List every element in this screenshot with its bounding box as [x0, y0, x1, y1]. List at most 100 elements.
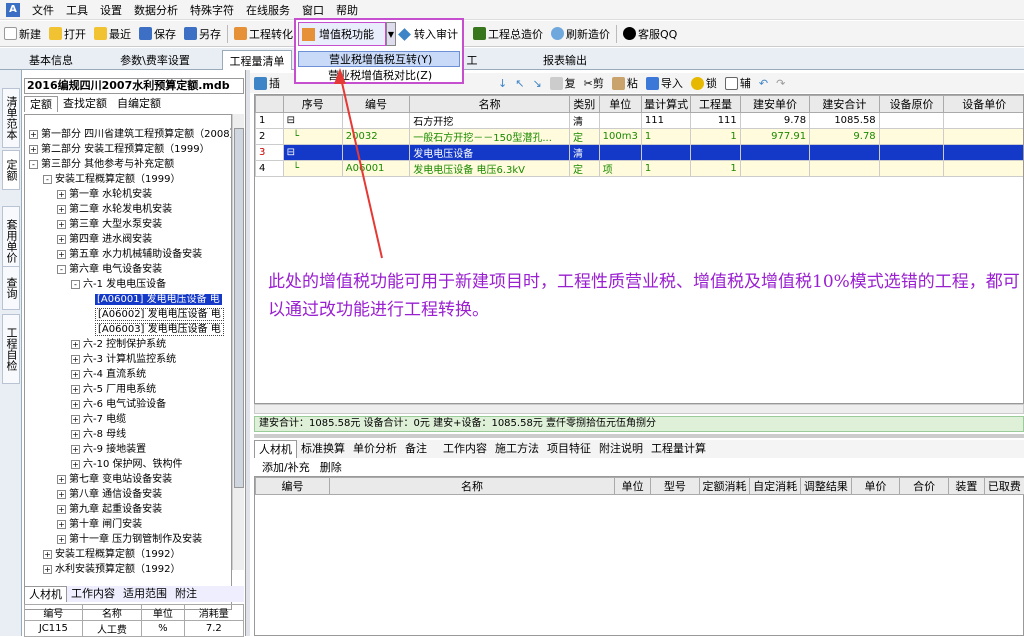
- customer-service-button[interactable]: 客服QQ: [619, 23, 681, 45]
- tab-quantity-calc[interactable]: 工程量计算: [647, 440, 710, 458]
- vat-function-button[interactable]: 增值税功能: [298, 22, 386, 46]
- tree-node[interactable]: +六-2 控制保护系统: [71, 337, 166, 352]
- tree-node[interactable]: +六-6 电气试验设备: [71, 397, 166, 412]
- cell-formula[interactable]: 111: [641, 113, 690, 129]
- indent-right-button[interactable]: ↘: [528, 72, 545, 94]
- project-total-price-button[interactable]: 工程总造价: [469, 23, 547, 45]
- cell-formula[interactable]: 1: [641, 161, 690, 177]
- tab-custom-quota[interactable]: 自编定额: [112, 96, 166, 112]
- tab-basic-info[interactable]: 基本信息: [16, 50, 86, 70]
- project-convert-button[interactable]: 工程转化: [230, 23, 297, 45]
- tab-labor-material-machine[interactable]: 人材机: [24, 586, 67, 602]
- cell-quantity[interactable]: 1: [691, 129, 740, 145]
- tree-node[interactable]: +六-9 接地装置: [71, 442, 146, 457]
- cell-code[interactable]: [342, 113, 410, 129]
- tree-node[interactable]: -安装工程概算定额（1999）: [43, 172, 180, 187]
- cell-category[interactable]: 清: [569, 113, 599, 129]
- cell-quantity[interactable]: 111: [691, 113, 740, 129]
- dropdown-arrow-icon[interactable]: ▼: [386, 22, 396, 46]
- cell-name[interactable]: 一般石方开挖－－150型潜孔...: [410, 129, 570, 145]
- menu-tools[interactable]: 工具: [60, 2, 94, 18]
- cell-total[interactable]: [810, 145, 880, 161]
- vtab-bill-template[interactable]: 清单范本: [2, 88, 20, 148]
- tree-node[interactable]: -第六章 电气设备安装: [57, 262, 162, 277]
- table-row[interactable]: 1 ⊟ 石方开挖 清 111 111 9.78 1085.58: [256, 113, 1024, 129]
- tab-parameters-rates[interactable]: 参数\费率设置: [112, 50, 198, 70]
- cell-quantity[interactable]: [691, 145, 740, 161]
- pane-splitter[interactable]: [254, 434, 1024, 438]
- undo-button[interactable]: ↶: [755, 72, 772, 94]
- tree-node[interactable]: +六-10 保护网、铁构件: [71, 457, 183, 472]
- tree-node[interactable]: +第四章 进水阀安装: [57, 232, 152, 247]
- tree-node-selected[interactable]: [A06001] 发电电压设备 电: [95, 292, 222, 307]
- cell-category[interactable]: 定: [569, 129, 599, 145]
- tab-standard-conversion[interactable]: 标准换算: [297, 440, 349, 458]
- tree-node[interactable]: +六-4 直流系统: [71, 367, 146, 382]
- cell-name[interactable]: 石方开挖: [410, 113, 570, 129]
- tree-node[interactable]: +六-5 厂用电系统: [71, 382, 156, 397]
- cell-unit[interactable]: 项: [599, 161, 641, 177]
- tab-report-output[interactable]: 报表输出: [530, 50, 600, 70]
- cell-unit-price[interactable]: [740, 161, 809, 177]
- cell-equipment-original[interactable]: [879, 129, 944, 145]
- cell-code[interactable]: [342, 145, 410, 161]
- tab-bill-of-quantities[interactable]: 工程量清单: [222, 50, 292, 70]
- tree-node[interactable]: +第二章 水轮发电机安装: [57, 202, 172, 217]
- cell-formula[interactable]: [641, 145, 690, 161]
- table-row[interactable]: 2 └ 20032 一般石方开挖－－150型潜孔... 定 100m3 1 1 …: [256, 129, 1024, 145]
- open-button[interactable]: 打开: [45, 23, 90, 45]
- tree-toggle-cell[interactable]: ⊟: [283, 145, 342, 161]
- tab-notes-description[interactable]: 附注说明: [595, 440, 647, 458]
- menu-online-service[interactable]: 在线服务: [240, 2, 296, 18]
- menu-special-chars[interactable]: 特殊字符: [184, 2, 240, 18]
- menu-data-analysis[interactable]: 数据分析: [128, 2, 184, 18]
- tree-node[interactable]: +六-7 电缆: [71, 412, 126, 427]
- tab-partial[interactable]: 工: [462, 50, 482, 70]
- cell-code[interactable]: 20032: [342, 129, 410, 145]
- cell-formula[interactable]: 1: [641, 129, 690, 145]
- cell-name[interactable]: 发电电压设备: [410, 145, 570, 161]
- menu-window[interactable]: 窗口: [296, 2, 330, 18]
- cell-code[interactable]: A06001: [342, 161, 410, 177]
- cell-equipment-original[interactable]: [879, 145, 944, 161]
- tab-labor-material-machine[interactable]: 人材机: [254, 440, 297, 458]
- cell-unit[interactable]: [599, 113, 641, 129]
- cell-total[interactable]: 9.78: [810, 129, 880, 145]
- cell-total[interactable]: [810, 161, 880, 177]
- menu-file[interactable]: 文件: [26, 2, 60, 18]
- cell-total[interactable]: 1085.58: [810, 113, 880, 129]
- cell-name[interactable]: 发电电压设备 电压6.3kV: [410, 161, 570, 177]
- tree-node[interactable]: +第十章 闸门安装: [57, 517, 142, 532]
- vtab-quota[interactable]: 定额: [2, 150, 20, 190]
- tree-node[interactable]: +第一章 水轮机安装: [57, 187, 152, 202]
- tab-remarks[interactable]: 备注: [401, 440, 431, 458]
- vtab-query[interactable]: 查询: [2, 266, 20, 310]
- tree-node[interactable]: -六-1 发电电压设备: [71, 277, 166, 292]
- cell-equipment-unit[interactable]: [944, 129, 1024, 145]
- grid-horizontal-scrollbar[interactable]: [254, 404, 1024, 414]
- tree-node[interactable]: +第八章 通信设备安装: [57, 487, 162, 502]
- tab-work-content[interactable]: 工作内容: [67, 586, 119, 602]
- cell-unit-price[interactable]: [740, 145, 809, 161]
- cell-category[interactable]: 定: [569, 161, 599, 177]
- lock-button[interactable]: 锁: [687, 72, 721, 94]
- cell-equipment-original[interactable]: [879, 161, 944, 177]
- tree-node[interactable]: +第二部分 安装工程预算定额（1999）: [29, 142, 210, 157]
- new-button[interactable]: 新建: [0, 23, 45, 45]
- redo-button[interactable]: ↷: [772, 72, 789, 94]
- tree-toggle-cell[interactable]: ⊟: [283, 113, 342, 129]
- move-down-button[interactable]: ↓: [494, 72, 511, 94]
- tree-node[interactable]: +六-8 母线: [71, 427, 126, 442]
- add-supplement-button[interactable]: 添加/补充: [262, 459, 310, 475]
- menu-item-business-vat-compare[interactable]: 营业税增值税对比(Z): [298, 68, 460, 84]
- tree-node[interactable]: +第十一章 压力钢管制作及安装: [57, 532, 202, 547]
- tab-find-quota[interactable]: 查找定额: [58, 96, 112, 112]
- delete-button[interactable]: 删除: [320, 459, 342, 475]
- tree-node[interactable]: +第九章 起重设备安装: [57, 502, 162, 517]
- menu-help[interactable]: 帮助: [330, 2, 364, 18]
- tab-construction-method[interactable]: 施工方法: [491, 440, 543, 458]
- tab-scope[interactable]: 适用范围: [119, 586, 171, 602]
- save-as-button[interactable]: 另存: [180, 23, 225, 45]
- cut-button[interactable]: ✂剪: [580, 72, 608, 94]
- transfer-audit-button[interactable]: 转入审计: [398, 22, 462, 46]
